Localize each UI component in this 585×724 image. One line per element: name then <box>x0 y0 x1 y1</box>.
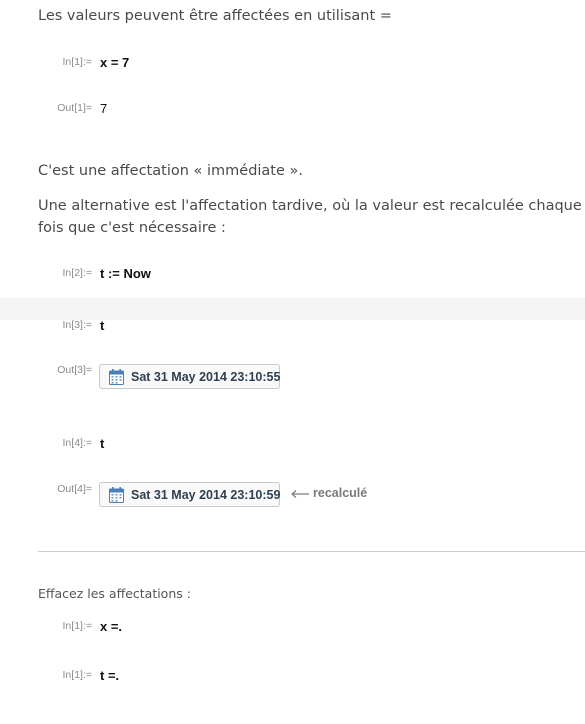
in1-label: In[1]:= <box>62 56 92 68</box>
out3-label: Out[3]= <box>57 364 92 376</box>
assign-paragraph: Les valeurs peuvent être affectées en ut… <box>38 8 392 24</box>
out3-date-text: Sat 31 May 2014 23:10:55 <box>131 369 281 384</box>
immediate-paragraph: C'est une affectation « immédiate ». <box>38 163 304 179</box>
section-divider <box>38 551 585 552</box>
in2-label: In[2]:= <box>62 267 92 279</box>
out1-value: 7 <box>100 101 108 116</box>
clear-in1-code[interactable]: x =. <box>100 619 122 634</box>
out4-label: Out[4]= <box>57 483 92 495</box>
clear-heading: Effacez les affectations : <box>38 586 191 601</box>
calendar-icon <box>109 486 124 503</box>
out3-date-object[interactable]: Sat 31 May 2014 23:10:55 <box>99 364 280 389</box>
clear-in1-label: In[1]:= <box>62 620 92 632</box>
delayed-paragraph-line1: Une alternative est l'affectation tardiv… <box>38 198 582 214</box>
clear-in2-label: In[1]:= <box>62 669 92 681</box>
annotation-text: recalculé <box>313 486 368 500</box>
in4-label: In[4]:= <box>62 437 92 449</box>
left-arrow-icon <box>290 488 310 498</box>
cell-separator-band <box>0 298 585 320</box>
in1-code[interactable]: x = 7 <box>100 55 129 70</box>
notebook-page: Les valeurs peuvent être affectées en ut… <box>0 0 585 724</box>
calendar-icon <box>109 368 124 385</box>
in4-code[interactable]: t <box>100 436 104 451</box>
in2-code[interactable]: t := Now <box>100 266 151 281</box>
clear-in2-code[interactable]: t =. <box>100 668 119 683</box>
in3-label: In[3]:= <box>62 319 92 331</box>
delayed-paragraph-line2: fois que c'est nécessaire : <box>38 220 226 236</box>
out4-date-text: Sat 31 May 2014 23:10:59 <box>131 487 281 502</box>
out1-label: Out[1]= <box>57 102 92 114</box>
in3-code[interactable]: t <box>100 318 104 333</box>
recalculated-annotation: recalculé <box>290 486 367 500</box>
out4-date-object[interactable]: Sat 31 May 2014 23:10:59 <box>99 482 280 507</box>
